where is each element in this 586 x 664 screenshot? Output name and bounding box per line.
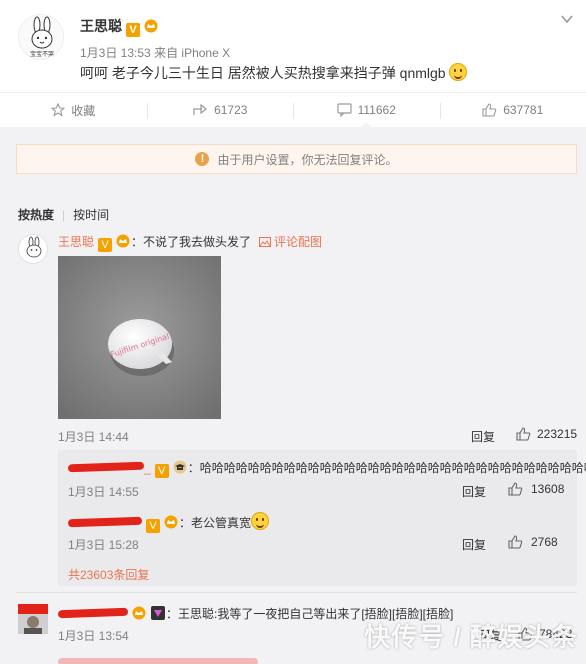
rabbit-avatar-icon — [19, 235, 47, 263]
redacted-username — [57, 607, 129, 619]
thumbs-up-icon — [508, 482, 523, 496]
comment-time: 1月3日 13:54 — [58, 629, 129, 643]
thumbs-up-icon — [516, 427, 531, 441]
source-watermark: 快传号 / 醉娱头条 — [364, 622, 578, 652]
reply-button[interactable]: 回复 — [471, 428, 495, 445]
commenter-name[interactable]: 王思聪 — [58, 235, 94, 249]
verified-badge: V — [154, 464, 169, 478]
comment-text: ：不说了我去做头发了 — [131, 235, 252, 249]
sub-reply-time: 1月3日 15:28 — [68, 538, 139, 552]
comment-like-button[interactable]: 223215 — [516, 427, 577, 441]
sub-like-count: 2768 — [531, 535, 558, 549]
laugh-cry-emoji-icon — [251, 512, 270, 530]
favorite-label: 收藏 — [71, 103, 96, 118]
sub-reply-list: _ V ：哈哈哈哈哈哈哈哈哈哈哈哈哈哈哈哈哈哈哈哈哈哈哈哈哈哈哈哈哈哈哈哈哈哈 1月… — [58, 450, 586, 586]
user-avatar-icon — [18, 604, 48, 634]
comment-tab-button[interactable]: 111662 — [293, 93, 440, 128]
verified-badge: V — [126, 23, 140, 37]
comment-icon — [337, 103, 352, 117]
cut-off-comment — [58, 658, 258, 664]
author-avatar[interactable]: 宝宝不哭 — [18, 14, 64, 60]
comment-like-count: 223215 — [537, 427, 578, 441]
image-icon — [259, 237, 272, 247]
star-icon — [51, 103, 66, 117]
redacted-username — [67, 516, 143, 528]
sub-reply-line: _ V ：哈哈哈哈哈哈哈哈哈哈哈哈哈哈哈哈哈哈哈哈哈哈哈哈哈哈哈哈哈哈哈哈哈哈 — [67, 459, 586, 478]
commenter-avatar[interactable] — [18, 604, 48, 634]
sort-by-hot-tab[interactable]: 按热度 — [18, 208, 54, 222]
verified-badge: V — [98, 238, 113, 252]
smile-emoji-icon — [449, 63, 468, 81]
sub-reply-button[interactable]: 回复 — [462, 483, 486, 500]
sub-reply-line: V ：老公管真宽 — [67, 512, 270, 533]
sort-divider: | — [62, 208, 66, 222]
verified-badge: V — [146, 519, 160, 533]
name-suffix: _ — [144, 461, 151, 475]
commenter-avatar[interactable] — [18, 234, 48, 264]
vip-crown-icon — [164, 515, 178, 529]
post-action-bar: 收藏 61723 111662 637781 — [0, 92, 586, 128]
comment-picture[interactable]: Fujifilm original — [58, 256, 221, 419]
redacted-username — [67, 461, 145, 473]
post-text: 呵呵 老子今儿三十生日 居然被人买热搜拿来挡子弹 qnmlgb — [80, 65, 446, 81]
comment-count: 111662 — [357, 103, 396, 117]
notice-text: 由于用户设置，你无法回复评论。 — [217, 152, 398, 167]
vip-crown-icon — [144, 19, 158, 33]
share-count: 61723 — [214, 103, 248, 117]
sub-like-button[interactable]: 2768 — [508, 535, 558, 549]
comment-area: ! 由于用户设置，你无法回复评论。 按热度 | 按时间 王思聪 V ：不说了我去做头发了… — [0, 128, 586, 664]
thumbs-up-icon — [482, 103, 497, 117]
sub-like-button[interactable]: 13608 — [508, 482, 564, 496]
sort-by-time-tab[interactable]: 按时间 — [73, 208, 109, 222]
sub-like-count: 13608 — [531, 482, 565, 496]
like-count: 637781 — [503, 103, 544, 117]
lid-photo: Fujifilm original — [58, 256, 221, 419]
reply-restriction-notice: ! 由于用户设置，你无法回复评论。 — [16, 144, 577, 174]
view-all-replies-link[interactable]: 共23603条回复 — [68, 566, 149, 583]
avatar-caption: 宝宝不哭 — [30, 50, 54, 58]
chevron-down-icon[interactable] — [560, 14, 574, 24]
like-button[interactable]: 637781 — [439, 93, 586, 127]
thumbs-up-icon — [508, 535, 523, 549]
share-icon — [193, 103, 208, 115]
weibo-post: 宝宝不哭 王思聪 V 1月3日 13:53 来自 iPhone X 呵呵 老子今儿… — [0, 0, 586, 92]
sub-reply-text: ：哈哈哈哈哈哈哈哈哈哈哈哈哈哈哈哈哈哈哈哈哈哈哈哈哈哈哈哈哈哈哈哈哈哈 — [187, 461, 586, 475]
rabbit-avatar-icon: 宝宝不哭 — [19, 15, 63, 59]
warning-icon: ! — [195, 152, 210, 166]
comment-line: 王思聪 V ：不说了我去做头发了 评论配图 — [58, 233, 322, 252]
post-author-name[interactable]: 王思聪 — [80, 18, 122, 34]
comment-picture-label: 评论配图 — [274, 235, 323, 249]
favorite-button[interactable]: 收藏 — [0, 93, 147, 127]
sub-reply-button[interactable]: 回复 — [462, 536, 486, 553]
fan-badge-icon — [151, 606, 165, 620]
post-time[interactable]: 1月3日 13:53 — [80, 46, 151, 60]
comment-divider — [16, 592, 577, 593]
post-meta: 1月3日 13:53 来自 iPhone X — [80, 44, 230, 61]
comment-time: 1月3日 14:44 — [58, 430, 129, 444]
post-source: 来自 iPhone X — [154, 46, 231, 60]
vip-crown-icon — [132, 606, 146, 620]
grad-cap-icon — [173, 460, 187, 474]
post-author-line: 王思聪 V — [80, 16, 159, 37]
sub-reply-time: 1月3日 14:55 — [68, 485, 139, 499]
comment-picture-link[interactable]: 评论配图 — [259, 235, 322, 249]
post-content: 呵呵 老子今儿三十生日 居然被人买热搜拿来挡子弹 qnmlgb — [80, 63, 468, 83]
sub-reply-text: ：老公管真宽 — [179, 516, 252, 530]
comment-sort-tabs: 按热度 | 按时间 — [18, 206, 109, 223]
share-button[interactable]: 61723 — [146, 93, 294, 127]
vip-crown-icon — [116, 234, 130, 248]
